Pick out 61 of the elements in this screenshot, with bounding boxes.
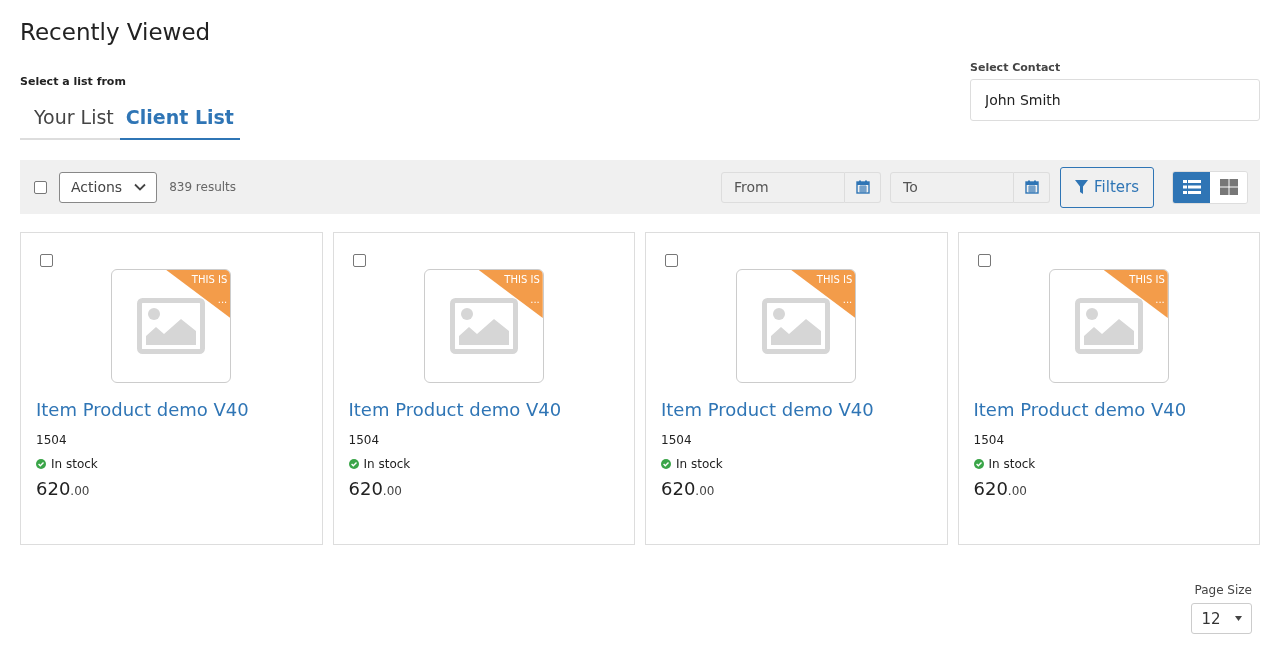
contact-label: Select Contact <box>970 61 1062 74</box>
check-circle-icon <box>36 459 46 469</box>
product-code: 1504 <box>348 433 381 447</box>
select-all-checkbox[interactable] <box>34 180 47 194</box>
price-cents: .00 <box>70 484 90 498</box>
chevron-down-icon <box>134 183 147 191</box>
list-selector-label: Select a list from <box>20 75 127 88</box>
list-tab[interactable]: Client List <box>119 100 240 140</box>
price: 620 <box>348 478 383 499</box>
check-circle-icon <box>661 459 671 469</box>
product-checkbox[interactable] <box>352 254 366 267</box>
list-tab[interactable]: Your List <box>20 100 120 140</box>
price-cents: .00 <box>382 484 402 498</box>
grid-view-icon <box>1219 179 1238 195</box>
calendar-icon <box>855 180 870 194</box>
product-checkbox[interactable] <box>40 254 53 267</box>
corner-ribbon: THIS IS ... <box>791 270 856 318</box>
product-code: 1504 <box>661 433 693 447</box>
price-cents: .00 <box>1007 484 1027 498</box>
page-size-select[interactable]: 12 <box>1191 603 1252 634</box>
caret-icon <box>1234 616 1242 621</box>
product-code: 1504 <box>973 433 1006 447</box>
view-toggle[interactable] <box>1173 171 1210 203</box>
view-toggle[interactable] <box>1210 171 1247 203</box>
product-name-link[interactable]: Item Product demo V40 <box>348 399 619 420</box>
product-checkbox[interactable] <box>977 254 991 267</box>
corner-ribbon: THIS IS ... <box>1103 270 1168 318</box>
product-checkbox[interactable] <box>665 254 678 267</box>
list-view-icon <box>1182 179 1201 195</box>
stock-status: In stock <box>363 457 411 471</box>
check-circle-icon <box>348 459 359 469</box>
actions-dropdown[interactable]: Actions <box>59 171 158 203</box>
corner-ribbon: THIS IS ... <box>478 270 543 318</box>
filters-button[interactable]: Filters <box>1060 166 1154 208</box>
calendar-icon <box>1024 180 1039 194</box>
calendar-button[interactable] <box>845 171 881 203</box>
price: 620 <box>36 478 71 499</box>
corner-ribbon: THIS IS ... <box>166 270 231 318</box>
product-name-link[interactable]: Item Product demo V40 <box>973 399 1244 420</box>
product-name-link[interactable]: Item Product demo V40 <box>36 399 307 420</box>
image-icon <box>137 298 206 354</box>
image-icon <box>1074 298 1143 354</box>
page-size-label: Page Size <box>1194 583 1252 597</box>
price: 620 <box>661 478 696 499</box>
contact-field[interactable]: John Smith <box>970 79 1260 121</box>
image-icon <box>762 298 831 354</box>
check-circle-icon <box>973 459 984 469</box>
results-count: 839 results <box>169 180 237 194</box>
stock-status: In stock <box>988 457 1036 471</box>
stock-status: In stock <box>676 457 723 471</box>
to-date-field[interactable]: To <box>890 171 1014 203</box>
stock-status: In stock <box>51 457 98 471</box>
product-name-link[interactable]: Item Product demo V40 <box>661 399 932 420</box>
image-icon <box>449 298 518 354</box>
filter-icon <box>1075 180 1088 194</box>
page-title: Recently Viewed <box>20 18 212 47</box>
price-cents: .00 <box>695 484 715 498</box>
price: 620 <box>973 478 1008 499</box>
from-date-field[interactable]: From <box>721 171 845 203</box>
calendar-button[interactable] <box>1014 171 1050 203</box>
product-code: 1504 <box>36 433 68 447</box>
